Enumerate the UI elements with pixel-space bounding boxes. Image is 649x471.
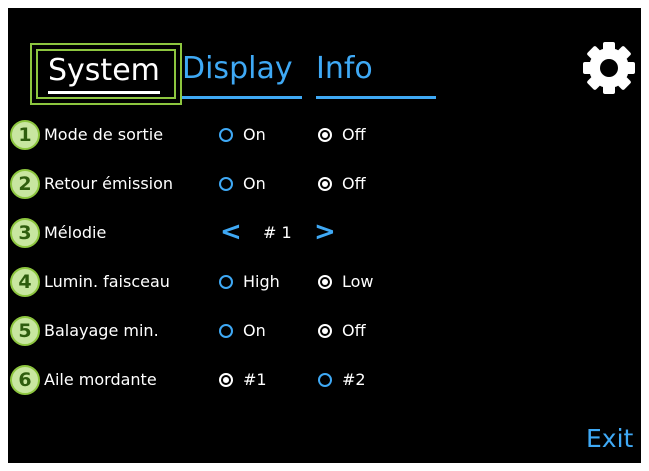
melody-prev-arrow-icon[interactable]: < (220, 217, 242, 247)
radio-option-label: Off (342, 321, 366, 340)
setting-row-mode-de-sortie: 1 Mode de sortie On Off (8, 117, 641, 153)
row-number-badge: 1 (10, 120, 40, 150)
tab-info-label: Info (316, 51, 373, 86)
radio-selected-icon (219, 373, 233, 387)
setting-row-melodie: 3 Mélodie < # 1 > (8, 215, 641, 251)
radio-option-label: High (243, 272, 280, 291)
radio-unselected-icon (219, 177, 233, 191)
radio-selected-icon (318, 275, 332, 289)
row-label: Balayage min. (44, 321, 159, 340)
row-label: Aile mordante (44, 370, 157, 389)
radio-option-label: #2 (342, 370, 366, 389)
radio-unselected-icon (318, 373, 332, 387)
radio-selected-icon (318, 324, 332, 338)
setting-row-retour-emission: 2 Retour émission On Off (8, 166, 641, 202)
gear-icon[interactable] (581, 40, 637, 96)
setting-row-lumin-faisceau: 4 Lumin. faisceau High Low (8, 264, 641, 300)
setting-row-balayage-min: 5 Balayage min. On Off (8, 313, 641, 349)
row-number-badge: 3 (10, 218, 40, 248)
radio-option-label: On (243, 174, 266, 193)
setting-row-aile-mordante: 6 Aile mordante #1 #2 (8, 362, 641, 398)
radio-option-label: Off (342, 174, 366, 193)
tab-system-underline (48, 91, 160, 94)
tab-system[interactable]: System (30, 43, 182, 105)
exit-button[interactable]: Exit (586, 424, 633, 454)
radio-option-label: On (243, 321, 266, 340)
row-label: Lumin. faisceau (44, 272, 170, 291)
tab-display-label: Display (182, 51, 293, 86)
row-label: Mode de sortie (44, 125, 164, 144)
row-number-badge: 4 (10, 267, 40, 297)
radio-unselected-icon (219, 128, 233, 142)
settings-screen: System Display Info 1 Mode de sortie On … (8, 8, 641, 463)
row-number-badge: 6 (10, 365, 40, 395)
row-number-badge: 5 (10, 316, 40, 346)
radio-option-label: Off (342, 125, 366, 144)
row-label: Retour émission (44, 174, 174, 193)
tab-info-underline (316, 96, 436, 99)
tab-info[interactable]: Info (316, 43, 436, 105)
radio-selected-icon (318, 128, 332, 142)
tab-display[interactable]: Display (182, 43, 302, 105)
radio-unselected-icon (219, 324, 233, 338)
row-number-badge: 2 (10, 169, 40, 199)
tab-display-underline (182, 96, 302, 99)
radio-option-label: Low (342, 272, 374, 291)
radio-option-label: On (243, 125, 266, 144)
melody-value: # 1 (263, 223, 292, 242)
tab-system-label: System (48, 53, 160, 88)
radio-option-label: #1 (243, 370, 267, 389)
row-label: Mélodie (44, 223, 107, 242)
melody-next-arrow-icon[interactable]: > (314, 217, 336, 247)
radio-unselected-icon (219, 275, 233, 289)
radio-selected-icon (318, 177, 332, 191)
